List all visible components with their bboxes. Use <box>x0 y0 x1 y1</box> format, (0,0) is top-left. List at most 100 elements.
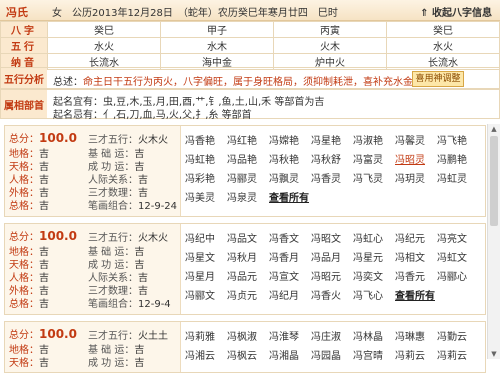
birth-info: 女 公历2013年12月28日 （蛇年）农历癸巳年寒月廿四 巳时 <box>52 8 338 19</box>
candidate-name[interactable]: 冯淮琴 <box>269 328 299 343</box>
candidate-name[interactable]: 冯郦文 <box>185 287 215 302</box>
candidate-name[interactable]: 冯枫云 <box>227 347 257 362</box>
bazi-cell: 癸巳 <box>386 21 500 38</box>
candidate-name[interactable]: 冯纪中 <box>185 230 215 245</box>
candidate-name[interactable]: 冯香灵 <box>311 170 341 185</box>
candidate-name[interactable]: 冯飞艳 <box>437 132 467 147</box>
candidate-name[interactable]: 冯湘晶 <box>269 347 299 362</box>
wuxing-cell: 水木 <box>160 37 274 54</box>
candidate-name[interactable]: 冯郦心 <box>437 268 467 283</box>
candidate-name[interactable]: 冯飞灵 <box>353 170 383 185</box>
analysis-text-wrap: 总述：命主日干五行为丙火，八字偏旺，属于身旺格局，须抑制耗泄，喜补充水金土，忌木… <box>53 73 463 88</box>
analysis-prefix: 总述： <box>53 77 83 88</box>
candidate-name[interactable]: 冯星文 <box>185 249 215 264</box>
wuxing-cell: 水火 <box>47 37 161 54</box>
candidate-name[interactable]: 冯香文 <box>269 230 299 245</box>
candidate-name[interactable]: 冯馨灵 <box>395 132 425 147</box>
candidate-name[interactable]: 冯星艳 <box>311 132 341 147</box>
candidate-name[interactable]: 冯品月 <box>311 249 341 264</box>
fortune-item: 人际关系：吉 <box>88 171 148 186</box>
candidate-name[interactable]: 冯虹灵 <box>437 170 467 185</box>
adjust-xiyongshen-button[interactable]: 喜用神调整 <box>412 71 464 87</box>
candidate-name[interactable]: 冯亮文 <box>437 230 467 245</box>
candidate-name[interactable]: 冯相文 <box>395 249 425 264</box>
candidate-name[interactable]: 冯琳惠 <box>395 328 425 343</box>
fortune-label: 笔画组合： <box>88 299 138 310</box>
candidate-name[interactable]: 冯奕文 <box>353 268 383 283</box>
candidate-name[interactable]: 冯红艳 <box>227 132 257 147</box>
grid-label: 总格： <box>9 299 39 310</box>
candidate-name[interactable]: 冯飘灵 <box>269 170 299 185</box>
candidate-name[interactable]: 冯虹艳 <box>185 151 215 166</box>
grid-fortune: 地格：吉 <box>9 243 49 258</box>
name-result-card: 总分：100.0 三才五行：火木火 地格：吉 天格：吉 人格：吉 外格：吉 总格：吉 基 础 … <box>4 125 486 217</box>
bazi-row: 八字 癸巳 甲子 丙寅 癸巳 <box>0 21 500 38</box>
candidate-name[interactable]: 冯勤云 <box>437 328 467 343</box>
candidate-name[interactable]: 冯林晶 <box>353 328 383 343</box>
total-score: 总分：100.0 <box>9 326 77 341</box>
candidate-name[interactable]: 冯莉云 <box>395 347 425 362</box>
candidate-name[interactable]: 冯香元 <box>395 268 425 283</box>
grid-fortune: 天格：吉 <box>9 354 49 369</box>
candidate-name[interactable]: 冯枫淑 <box>227 328 257 343</box>
bad-radicals: 起名忌有：亻,石,刀,血,马,火,父,扌,糸 等部首 <box>53 110 252 121</box>
candidate-name[interactable]: 冯莉雅 <box>185 328 215 343</box>
candidate-name[interactable]: 冯庄淑 <box>311 328 341 343</box>
scroll-thumb[interactable] <box>490 136 498 226</box>
candidate-name[interactable]: 冯星元 <box>353 249 383 264</box>
fortune-item: 成 功 运：吉 <box>88 354 144 369</box>
analysis-summary: 命主日干五行为丙火，八字偏旺，属于身旺格局，须抑制耗泄，喜补充水金土，忌木火 <box>83 77 463 88</box>
grid-value: 吉 <box>39 358 49 369</box>
candidate-name[interactable]: 冯宣文 <box>269 268 299 283</box>
candidate-name[interactable]: 冯香火 <box>311 287 341 302</box>
candidate-name[interactable]: 冯彩艳 <box>185 170 215 185</box>
candidate-name[interactable]: 冯香艳 <box>185 132 215 147</box>
candidate-name[interactable]: 冯秋舒 <box>311 151 341 166</box>
candidate-name[interactable]: 冯美灵 <box>185 189 215 204</box>
candidate-name[interactable]: 冯宫晴 <box>353 347 383 362</box>
scroll-up-icon[interactable]: ▲ <box>488 124 500 134</box>
view-all-link[interactable]: 查看所有 <box>269 189 309 204</box>
view-all-link[interactable]: 查看所有 <box>395 287 435 302</box>
candidate-name[interactable]: 冯虹文 <box>437 249 467 264</box>
fortune-item: 基 础 运：吉 <box>88 145 144 160</box>
candidate-name[interactable]: 冯品文 <box>227 230 257 245</box>
candidate-name[interactable]: 冯嫦艳 <box>269 132 299 147</box>
candidate-name[interactable]: 冯泉灵 <box>227 189 257 204</box>
grid-fortune: 地格：吉 <box>9 341 49 356</box>
grid-label: 总格： <box>9 201 39 212</box>
candidate-name[interactable]: 冯香月 <box>269 249 299 264</box>
scrollbar[interactable]: ▲ ▼ <box>487 124 500 359</box>
grid-fortune: 天格：吉 <box>9 158 49 173</box>
candidate-name[interactable]: 冯飞心 <box>353 287 383 302</box>
grid-fortune: 人格：吉 <box>9 269 49 284</box>
candidate-name[interactable]: 冯昭文 <box>311 230 341 245</box>
candidate-name[interactable]: 冯园晶 <box>311 347 341 362</box>
candidate-name[interactable]: 冯玥灵 <box>395 170 425 185</box>
candidate-name[interactable]: 冯纪月 <box>269 287 299 302</box>
candidate-name[interactable]: 冯昭灵 <box>395 151 425 166</box>
collapse-bazi-link[interactable]: ⇑ 收起八字信息 <box>420 4 492 19</box>
candidate-name[interactable]: 冯湘云 <box>185 347 215 362</box>
candidate-name[interactable]: 冯品元 <box>227 268 257 283</box>
total-score: 总分：100.0 <box>9 228 77 243</box>
candidate-name[interactable]: 冯富灵 <box>353 151 383 166</box>
bazi-cell: 癸巳 <box>47 21 161 38</box>
candidate-name[interactable]: 冯贞元 <box>227 287 257 302</box>
fortune-value: 12-9-4 <box>138 299 171 310</box>
fortune-item: 成 功 运：吉 <box>88 256 144 271</box>
candidate-name[interactable]: 冯品艳 <box>227 151 257 166</box>
candidate-name[interactable]: 冯昭元 <box>311 268 341 283</box>
candidate-name[interactable]: 冯秋月 <box>227 249 257 264</box>
fortune-label: 笔画组合： <box>88 201 138 212</box>
wuxing-analysis: 五行分析 总述：命主日干五行为丙火，八字偏旺，属于身旺格局，须抑制耗泄，喜补充水… <box>0 67 500 89</box>
candidate-name[interactable]: 冯虹心 <box>353 230 383 245</box>
candidate-name[interactable]: 冯纪元 <box>395 230 425 245</box>
candidate-name[interactable]: 冯鹏艳 <box>437 151 467 166</box>
candidate-name[interactable]: 冯秋艳 <box>269 151 299 166</box>
candidate-name[interactable]: 冯淑艳 <box>353 132 383 147</box>
candidate-name[interactable]: 冯星月 <box>185 268 215 283</box>
scroll-down-icon[interactable]: ▼ <box>488 349 500 359</box>
candidate-name[interactable]: 冯莉云 <box>437 347 467 362</box>
candidate-name[interactable]: 冯郦灵 <box>227 170 257 185</box>
